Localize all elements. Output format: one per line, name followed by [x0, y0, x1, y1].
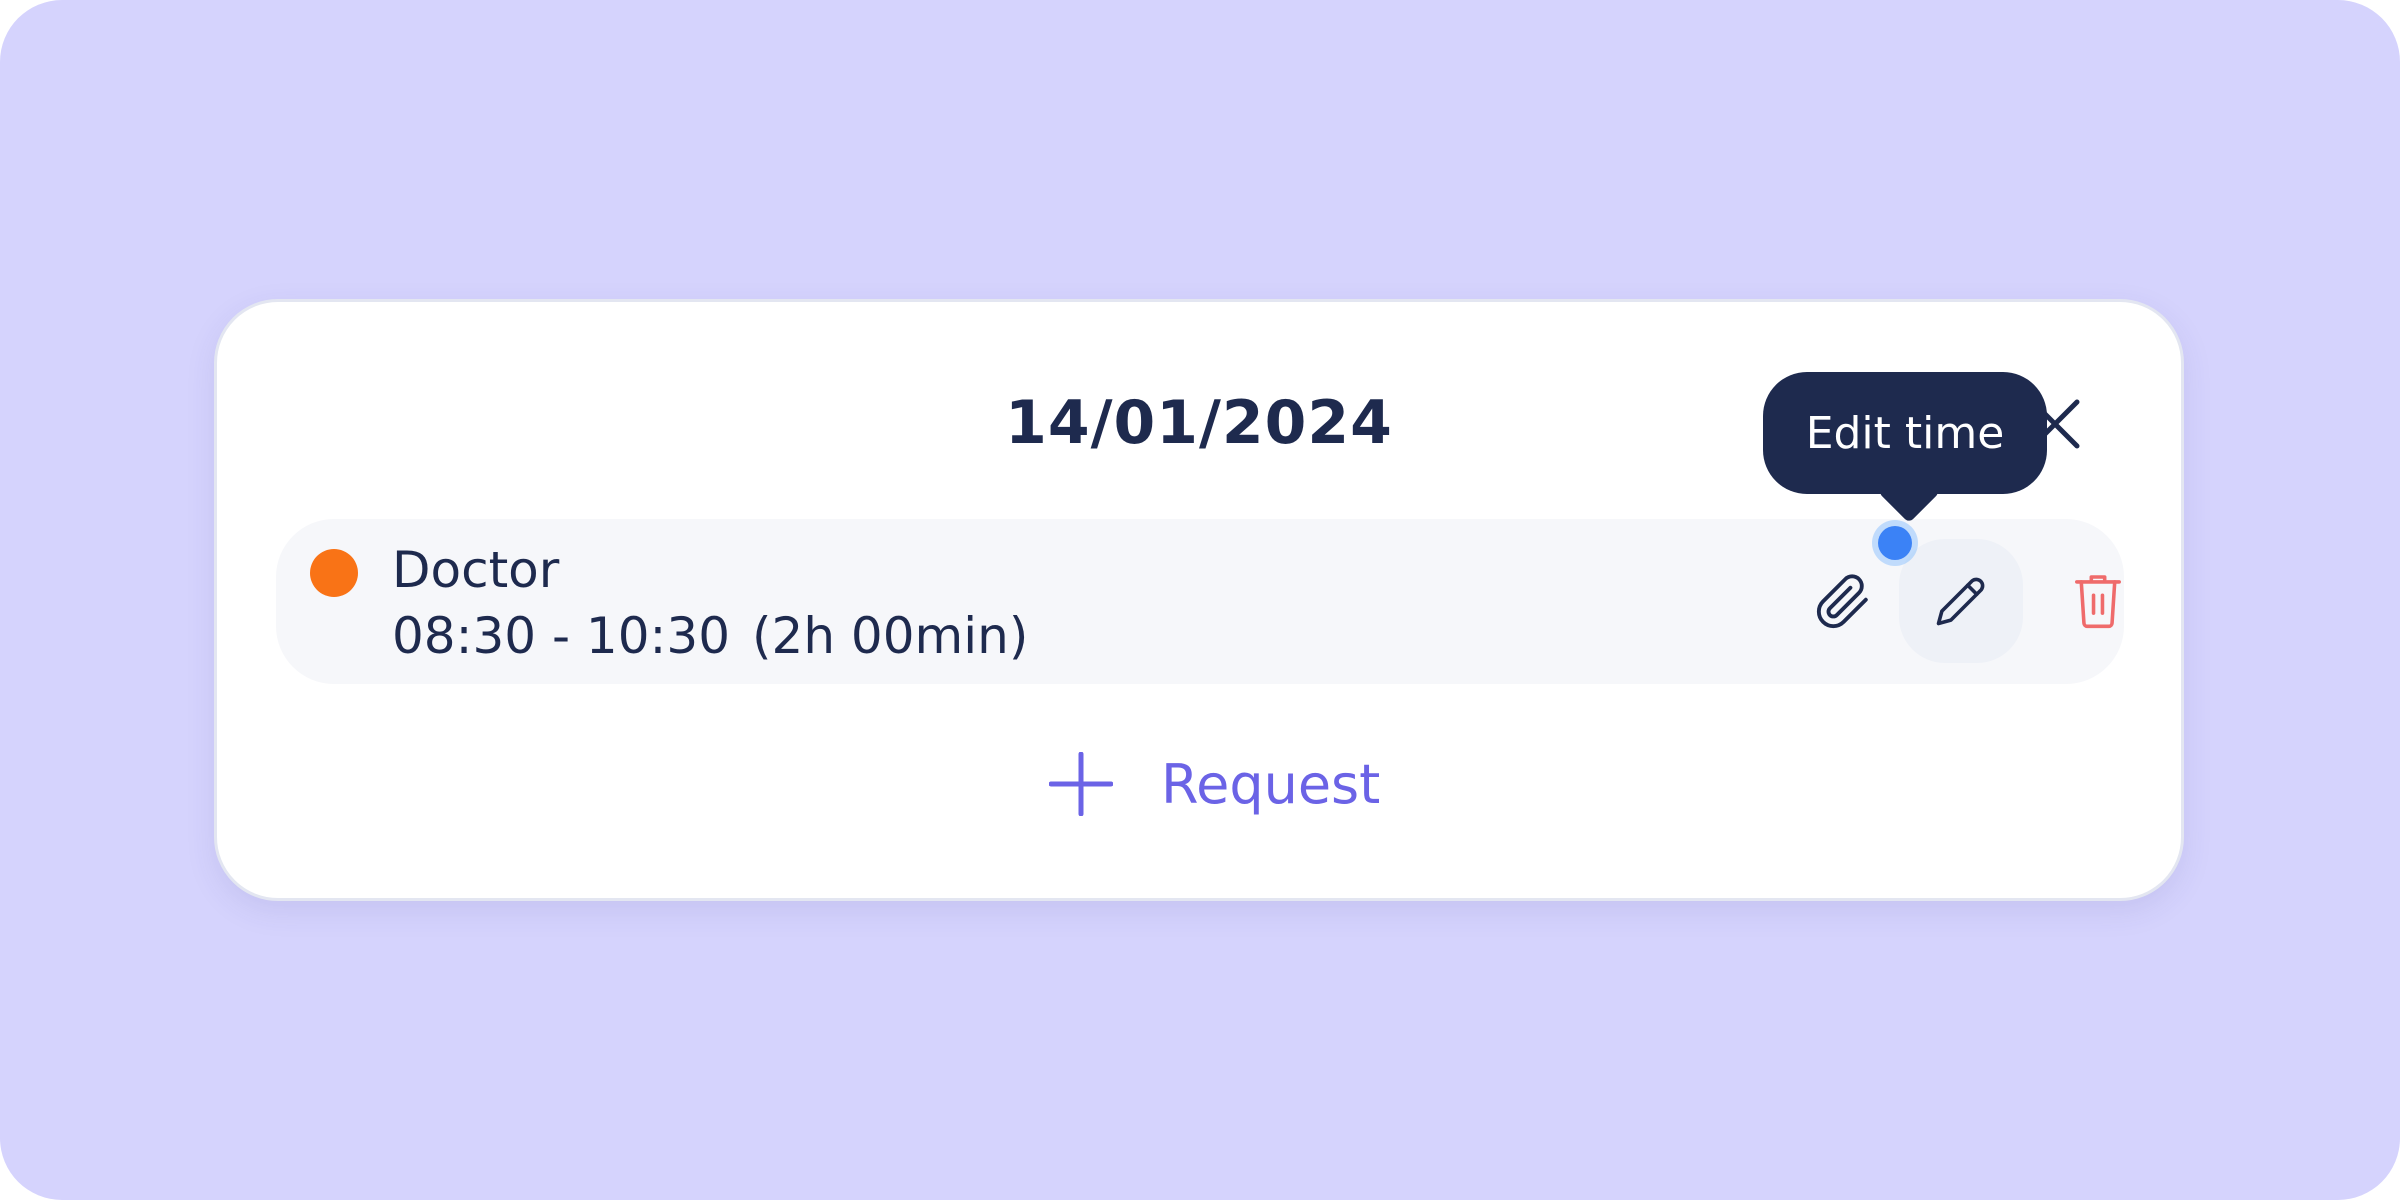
request-label: Request [1161, 752, 1381, 816]
status-dot [310, 549, 358, 597]
edit-time-button[interactable] [1899, 539, 2023, 663]
page-background: 14/01/2024 Doctor 08:30 - 10:30 (2h 00min… [0, 0, 2400, 1200]
attach-button[interactable] [1808, 567, 1878, 637]
delete-button[interactable] [2063, 567, 2133, 637]
absence-entry-row[interactable]: Doctor 08:30 - 10:30 (2h 00min) [276, 519, 2124, 684]
edit-time-tooltip: Edit time [1763, 372, 2047, 494]
entry-time-range: 08:30 - 10:30 [392, 607, 731, 665]
trash-icon [2075, 575, 2121, 629]
entry-time-text: 08:30 - 10:30 (2h 00min) [392, 607, 1028, 665]
pencil-icon [1936, 577, 1985, 626]
entry-duration: (2h 00min) [752, 607, 1029, 665]
add-request-button[interactable]: Request [1049, 739, 1380, 829]
plus-icon [1049, 752, 1113, 816]
entry-type-label: Doctor [392, 541, 560, 599]
pointer-cursor-indicator [1878, 526, 1912, 560]
paperclip-icon [1816, 574, 1868, 629]
day-dialog: 14/01/2024 Doctor 08:30 - 10:30 (2h 00min… [214, 299, 2184, 901]
